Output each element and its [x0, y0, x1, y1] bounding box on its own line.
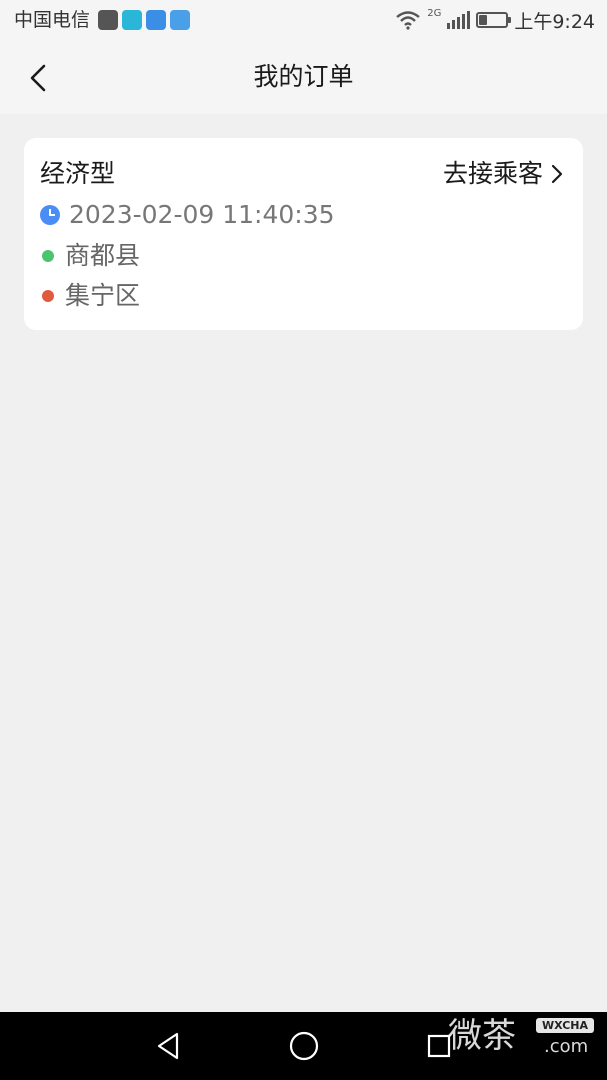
watermark-text: 微茶: [448, 1016, 516, 1056]
status-bar: 中国电信 2G 上午9:24: [0, 0, 607, 40]
destination-dot-icon: [42, 290, 54, 302]
order-time-row: 2023-02-09 11:40:35: [40, 198, 335, 232]
order-datetime: 2023-02-09 11:40:35: [69, 200, 335, 229]
status-app-icons: [98, 10, 190, 30]
order-card[interactable]: 经济型 去接乘客 2023-02-09 11:40:35 商都县 集宁区: [24, 138, 583, 330]
origin-row: 商都县: [40, 239, 140, 273]
destination-row: 集宁区: [40, 279, 140, 313]
wifi-icon: [396, 11, 420, 30]
chevron-right-icon: [551, 164, 563, 184]
app-header: 我的订单: [0, 40, 607, 114]
clock-icon: [40, 205, 60, 225]
carrier-name: 中国电信: [14, 9, 91, 31]
order-vehicle-type: 经济型: [40, 159, 116, 188]
tablet-app-icon: [122, 10, 142, 30]
watermark: 微茶 WXCHA .com: [448, 1016, 598, 1060]
huawei-app-icon: [98, 10, 118, 30]
home-circle-icon: [289, 1031, 319, 1061]
origin-dot-icon: [42, 250, 54, 262]
battery-fill: [479, 15, 488, 25]
destination-place: 集宁区: [65, 281, 141, 310]
signal-strength-icon: [447, 11, 471, 29]
pickup-passenger-button[interactable]: 去接乘客: [443, 157, 563, 191]
clock-time: 上午9:24: [514, 10, 595, 33]
nav-back-button[interactable]: [150, 1028, 186, 1064]
page-title: 我的订单: [253, 62, 354, 91]
network-type-label: 2G: [427, 8, 442, 19]
battery-icon: [476, 12, 512, 28]
watermark-domain: .com: [544, 1036, 589, 1057]
layers-app-icon: [170, 10, 190, 30]
origin-place: 商都县: [65, 241, 141, 270]
watermark-badge: WXCHA: [536, 1018, 595, 1033]
back-triangle-icon: [157, 1032, 179, 1060]
shield-app-icon: [146, 10, 166, 30]
status-right: 2G 上午9:24: [395, 6, 595, 34]
nav-home-button[interactable]: [286, 1028, 322, 1064]
pickup-passenger-label: 去接乘客: [442, 159, 543, 188]
